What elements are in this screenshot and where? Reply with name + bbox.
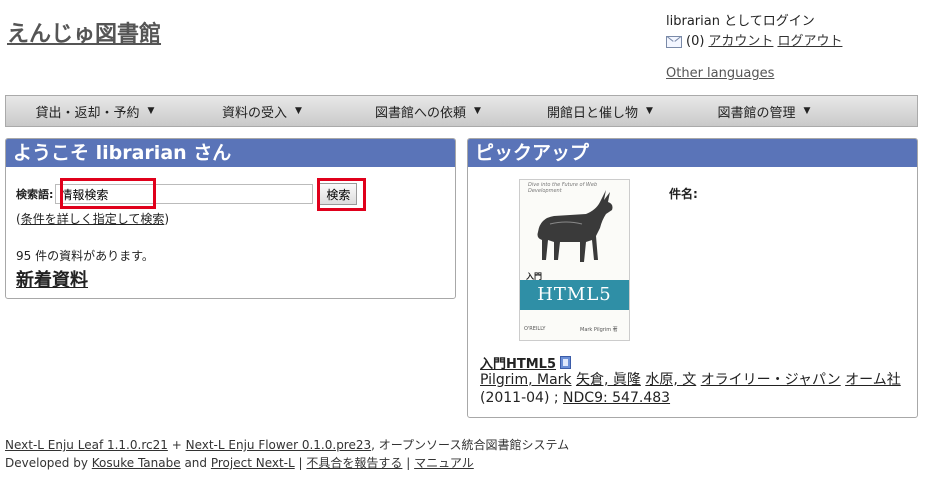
caret-down-icon: ▼ xyxy=(147,106,155,116)
caret-down-icon: ▼ xyxy=(803,106,811,116)
cover-authors-text: Mark Pilgrim 著 xyxy=(580,327,618,333)
cover-title-text: HTML5 xyxy=(537,284,612,305)
nav-admin[interactable]: 図書館の管理 ▼ xyxy=(684,96,844,126)
meta-separator: ; xyxy=(553,390,559,406)
footer-suffix: , オープンソース統合図書館システム xyxy=(371,438,570,452)
leaf-link[interactable]: Next-L Enju Leaf 1.1.0.rc21 xyxy=(5,438,168,452)
author-link[interactable]: Pilgrim, Mark xyxy=(480,372,572,388)
author-link[interactable]: 矢倉, 眞隆 xyxy=(576,372,641,388)
account-link[interactable]: アカウント xyxy=(708,32,773,52)
footer: Next-L Enju Leaf 1.1.0.rc21 + Next-L Enj… xyxy=(5,436,569,472)
advanced-search-link[interactable]: 条件を詳しく指定して検索 xyxy=(21,212,165,226)
main-nav: 貸出・返却・予約 ▼ 資料の受入 ▼ 図書館への依頼 ▼ 開館日と催し物 ▼ 図書館の管… xyxy=(5,95,918,127)
logout-link[interactable]: ログアウト xyxy=(777,32,842,52)
publisher-link[interactable]: オライリー・ジャパン xyxy=(701,372,841,388)
book-meta: Pilgrim, Mark 矢倉, 眞隆 水原, 文 オライリー・ジャパン オー… xyxy=(480,371,910,407)
nav-label: 開館日と催し物 xyxy=(547,105,639,121)
cover-publisher-text: O'REILLY xyxy=(524,326,546,332)
caret-down-icon: ▼ xyxy=(646,106,653,116)
search-label: 検索語: xyxy=(16,188,54,201)
welcome-heading: ようこそ librarian さん xyxy=(6,139,455,167)
other-languages-link[interactable]: Other languages xyxy=(666,66,774,81)
book-title-row: 入門HTML5 xyxy=(480,353,572,372)
nav-acquisition[interactable]: 資料の受入 ▼ xyxy=(184,96,340,126)
manual-link[interactable]: マニュアル xyxy=(414,456,474,470)
footer-plus: + xyxy=(171,438,182,452)
highlight-search-input xyxy=(60,178,156,209)
welcome-panel: ようこそ librarian さん 検索語: 検索 (条件を詳しく指定して検索)… xyxy=(5,138,456,299)
flower-link[interactable]: Next-L Enju Flower 0.1.0.pre23 xyxy=(186,438,372,452)
nav-events[interactable]: 開館日と催し物 ▼ xyxy=(516,96,684,126)
item-count: 95 件の資料があります。 xyxy=(16,249,154,263)
advanced-search: (条件を詳しく指定して検索) xyxy=(16,210,169,227)
nav-label: 図書館への依頼 xyxy=(375,105,467,121)
nav-request[interactable]: 図書館への依頼 ▼ xyxy=(340,96,516,126)
author-link[interactable]: 水原, 文 xyxy=(645,372,696,388)
new-items-link[interactable]: 新着資料 xyxy=(16,266,88,292)
message-count: (0) xyxy=(686,34,705,49)
mail-icon[interactable] xyxy=(666,36,682,48)
footer-and: and xyxy=(184,456,208,470)
login-status: librarian としてログイン xyxy=(666,14,815,29)
highlight-search-button xyxy=(317,178,366,211)
book-icon xyxy=(560,356,572,369)
paren-close: ) xyxy=(164,212,170,226)
footer-line-1: Next-L Enju Leaf 1.1.0.rc21 + Next-L Enj… xyxy=(5,436,569,454)
caret-down-icon: ▼ xyxy=(295,106,302,116)
book-title-link[interactable]: 入門HTML5 xyxy=(480,353,556,372)
publisher-link[interactable]: オーム社 xyxy=(845,372,901,388)
user-info: librarian としてログイン (0) アカウント ログアウト xyxy=(666,12,842,52)
ndc-link[interactable]: NDC9: 547.483 xyxy=(563,390,670,406)
pub-year: (2011-04) xyxy=(480,390,550,406)
goat-illustration-icon xyxy=(537,190,613,262)
footer-separator: | xyxy=(406,456,411,470)
subject-label: 件名: xyxy=(669,187,698,201)
caret-down-icon: ▼ xyxy=(474,106,481,116)
footer-separator: | xyxy=(298,456,303,470)
nav-label: 図書館の管理 xyxy=(717,105,796,121)
nav-label: 貸出・返却・予約 xyxy=(35,105,140,121)
site-title-link[interactable]: えんじゅ図書館 xyxy=(7,16,161,48)
author-site-link[interactable]: Kosuke Tanabe xyxy=(92,456,181,470)
nav-circulation[interactable]: 貸出・返却・予約 ▼ xyxy=(6,96,184,126)
pickup-heading: ピックアップ xyxy=(468,139,917,167)
project-link[interactable]: Project Next-L xyxy=(211,456,295,470)
nav-label: 資料の受入 xyxy=(222,105,288,121)
report-bug-link[interactable]: 不具合を報告する xyxy=(306,456,402,470)
pickup-panel: ピックアップ Dive into the Future of Web Devel… xyxy=(467,138,918,418)
footer-line-2: Developed by Kosuke Tanabe and Project N… xyxy=(5,454,569,472)
developed-by: Developed by xyxy=(5,456,88,470)
book-cover-image[interactable]: Dive into the Future of Web Development … xyxy=(519,179,630,341)
